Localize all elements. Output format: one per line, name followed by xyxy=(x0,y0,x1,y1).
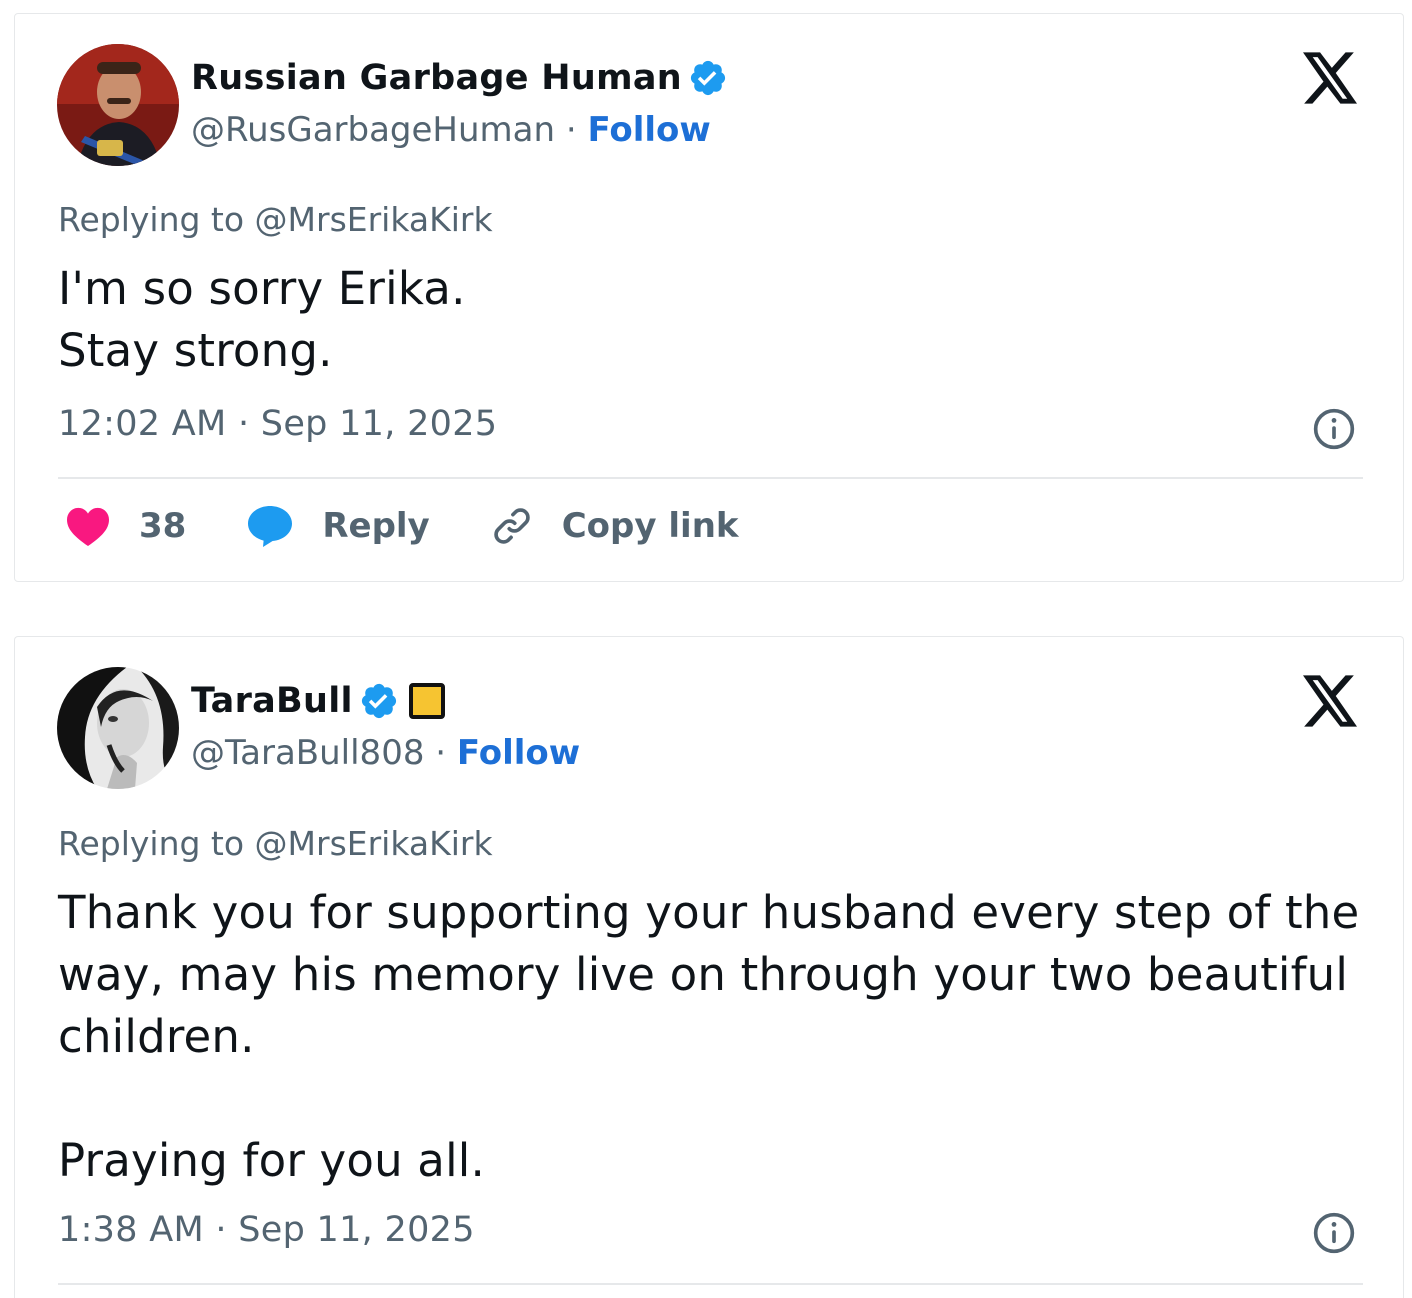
display-name[interactable]: TaraBull xyxy=(191,681,353,721)
x-logo-icon[interactable] xyxy=(1303,675,1359,731)
divider xyxy=(58,1283,1363,1285)
verified-badge-icon xyxy=(359,681,399,721)
info-icon[interactable] xyxy=(1312,1211,1356,1259)
author-name-row: TaraBull xyxy=(191,681,445,721)
tweet-text: Thank you for supporting your husband ev… xyxy=(58,886,1360,1187)
handle[interactable]: @TaraBull808 xyxy=(191,733,424,773)
verified-badge-icon xyxy=(688,58,728,98)
like-button[interactable]: 38 xyxy=(65,505,186,547)
copy-link-label: Copy link xyxy=(561,506,739,546)
follow-button[interactable]: Follow xyxy=(457,733,580,773)
handle-row: @TaraBull808 · Follow xyxy=(191,733,580,773)
tweet-text: I'm so sorry Erika. Stay strong. xyxy=(58,262,466,377)
action-bar: 38 Reply Copy link xyxy=(65,504,739,548)
separator: · xyxy=(435,733,457,773)
handle-row: @RusGarbageHuman · Follow xyxy=(191,110,711,150)
timestamp[interactable]: 1:38 AM · Sep 11, 2025 xyxy=(58,1210,475,1250)
affiliate-badge-icon xyxy=(408,683,445,719)
divider xyxy=(58,477,1363,479)
separator: · xyxy=(565,110,588,150)
avatar[interactable] xyxy=(57,44,179,166)
tweet-card: TaraBull @TaraBull808 · Follow Replying … xyxy=(14,636,1404,1298)
replying-to: Replying to @MrsErikaKirk xyxy=(58,200,493,239)
info-icon[interactable] xyxy=(1312,407,1356,455)
avatar[interactable] xyxy=(57,667,179,789)
follow-button[interactable]: Follow xyxy=(588,110,711,150)
reply-button[interactable]: Reply xyxy=(246,504,430,548)
author-name-row: Russian Garbage Human xyxy=(191,58,728,98)
display-name[interactable]: Russian Garbage Human xyxy=(191,58,682,98)
timestamp[interactable]: 12:02 AM · Sep 11, 2025 xyxy=(58,404,497,444)
reply-label: Reply xyxy=(322,506,430,546)
handle[interactable]: @RusGarbageHuman xyxy=(191,110,555,150)
x-logo-icon[interactable] xyxy=(1303,52,1359,108)
replying-to: Replying to @MrsErikaKirk xyxy=(58,824,493,863)
copy-link-button[interactable]: Copy link xyxy=(490,504,739,548)
like-count: 38 xyxy=(139,506,187,546)
tweet-card: Russian Garbage Human @RusGarbageHuman ·… xyxy=(14,13,1404,582)
